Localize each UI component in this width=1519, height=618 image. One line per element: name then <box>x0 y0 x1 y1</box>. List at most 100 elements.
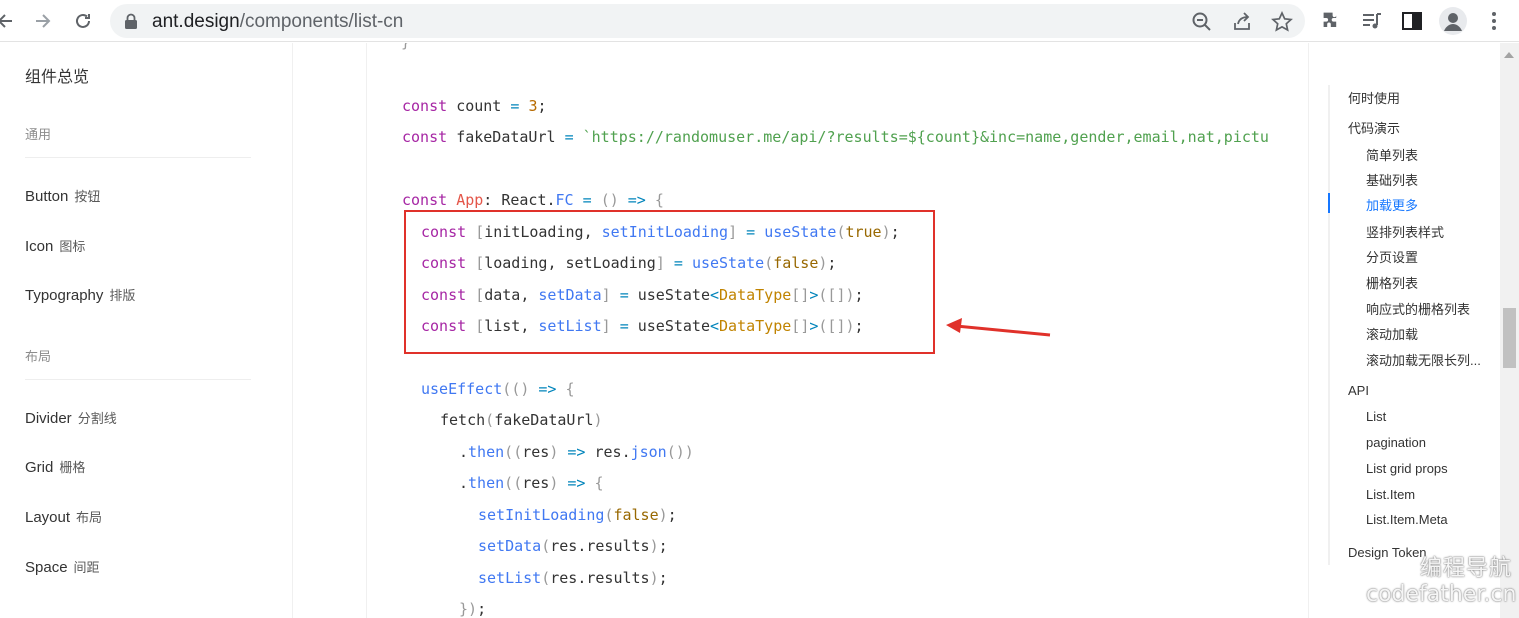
code-token: ; <box>667 506 677 524</box>
toc-item[interactable]: 响应式的栅格列表 <box>1366 299 1470 318</box>
media-playlist-icon[interactable] <box>1360 9 1384 33</box>
code-token: ( <box>541 569 551 587</box>
code-token: FC <box>555 191 574 209</box>
toc-item[interactable]: 滚动加载无限长列... <box>1366 350 1481 369</box>
code-token: ; <box>658 569 668 587</box>
toc-item[interactable]: List.Item <box>1366 487 1415 502</box>
sidebar-item-layout[interactable]: Layout 布局 <box>25 507 102 526</box>
sidebar-item-grid[interactable]: Grid 栅格 <box>25 457 85 476</box>
toc-item[interactable]: 分页设置 <box>1366 247 1418 266</box>
sidebar-item-label: Divider <box>25 410 72 427</box>
sidebar-item-typography[interactable]: Typography 排版 <box>25 285 135 304</box>
code-token: results <box>586 569 650 587</box>
code-line-useeffect: useEffect(() => { <box>421 380 575 398</box>
sidebar-divider <box>25 157 251 158</box>
toc-item[interactable]: Design Token <box>1348 545 1427 560</box>
code-token: ( <box>485 411 495 429</box>
side-panel-icon[interactable] <box>1400 9 1424 33</box>
code-token: React <box>501 191 547 209</box>
sidebar-item-divider[interactable]: Divider 分割线 <box>25 408 117 427</box>
code-token: ( <box>666 443 676 461</box>
code-line: useEffect(() => { <box>421 380 575 398</box>
code-token: { <box>654 191 664 209</box>
sidebar-item-space[interactable]: Space 间距 <box>25 557 100 576</box>
sidebar-item-label: Typography <box>25 287 104 304</box>
toc-item[interactable]: 滚动加载 <box>1366 324 1418 343</box>
code-token: ( <box>600 191 610 209</box>
toc-item[interactable]: API <box>1348 383 1369 398</box>
code-token: ) <box>549 474 559 492</box>
sidebar-item-overview[interactable]: 组件总览 <box>25 63 89 87</box>
back-button[interactable] <box>0 9 18 33</box>
code-token: ( <box>541 537 551 555</box>
code-token: ( <box>513 443 523 461</box>
scrollbar-thumb[interactable] <box>1503 308 1516 368</box>
code-token: then <box>468 474 505 492</box>
code-token: count <box>456 97 502 115</box>
browser-toolbar: ant.design/components/list-cn <box>0 0 1519 42</box>
share-icon[interactable] <box>1231 11 1253 33</box>
sidebar-item-icon[interactable]: Icon 图标 <box>25 236 85 255</box>
code-token: ; <box>658 537 668 555</box>
sidebar-item-label-cn: 布局 <box>76 510 103 525</box>
reload-button[interactable] <box>71 9 95 33</box>
toc-item[interactable]: 加载更多 <box>1366 195 1418 214</box>
url-text[interactable]: ant.design/components/list-cn <box>152 11 403 33</box>
lock-icon[interactable] <box>124 13 138 29</box>
scroll-up-arrow-icon[interactable] <box>1504 52 1514 58</box>
code-token: res <box>550 537 578 555</box>
code-token: => <box>538 380 557 398</box>
toc-item[interactable]: 基础列表 <box>1366 170 1418 189</box>
forward-arrow-icon <box>36 14 51 28</box>
code-token: . <box>621 443 631 461</box>
person-icon <box>1444 13 1462 31</box>
code-token: . <box>459 443 469 461</box>
code-line: const count = 3; <box>402 97 547 115</box>
url-path: /components/list-cn <box>239 11 404 32</box>
code-token: json <box>630 443 667 461</box>
code-token: const <box>402 97 448 115</box>
sidebar-divider <box>25 379 251 380</box>
forward-button[interactable] <box>30 9 54 33</box>
profile-avatar[interactable] <box>1439 7 1467 35</box>
code-line-setinitloading: setInitLoading(false); <box>478 506 677 524</box>
toc-item[interactable]: List <box>1366 409 1386 424</box>
zoom-icon[interactable] <box>1191 11 1213 33</box>
address-bar[interactable]: ant.design/components/list-cn <box>110 4 1305 38</box>
toc-item[interactable]: 竖排列表样式 <box>1366 222 1444 241</box>
code-token: } <box>401 43 410 51</box>
toc-item[interactable]: List grid props <box>1366 461 1448 476</box>
code-token: ; <box>537 97 547 115</box>
sidebar-item-button[interactable]: Button 按钮 <box>25 186 100 205</box>
code-token: ( <box>511 380 521 398</box>
toc-item[interactable]: 代码演示 <box>1348 118 1400 137</box>
toc-item[interactable]: 简单列表 <box>1366 145 1418 164</box>
code-token: ) <box>649 569 659 587</box>
code-line: const fakeDataUrl = `https://randomuser.… <box>402 128 1269 146</box>
code-line: .then((res) => res.json()) <box>459 443 694 461</box>
sidebar-group-layout: 布局 <box>25 349 52 364</box>
code-token: => <box>567 474 586 492</box>
url-host: ant.design <box>152 11 240 32</box>
sidebar-item-label: Layout <box>25 509 71 526</box>
code-token: ) <box>649 537 659 555</box>
code-line-fetch: fetch(fakeDataUrl) <box>440 411 603 429</box>
code-line: } <box>401 43 410 51</box>
toc-item[interactable]: List.Item.Meta <box>1366 512 1448 527</box>
toc-rail <box>1328 85 1330 565</box>
bookmark-star-icon[interactable] <box>1271 11 1293 33</box>
toc-item[interactable]: pagination <box>1366 435 1426 450</box>
code-token: fakeDataUrl <box>494 411 594 429</box>
code-token: const <box>402 128 448 146</box>
toc-item[interactable]: 栅格列表 <box>1366 273 1418 292</box>
sidebar-item-label: Button <box>25 188 69 205</box>
toc-item[interactable]: 何时使用 <box>1348 88 1400 107</box>
sidebar-item-label: Icon <box>25 238 54 255</box>
code-token: } <box>459 600 469 618</box>
kebab-menu-icon[interactable] <box>1482 9 1506 33</box>
extensions-puzzle-icon[interactable] <box>1320 9 1344 33</box>
